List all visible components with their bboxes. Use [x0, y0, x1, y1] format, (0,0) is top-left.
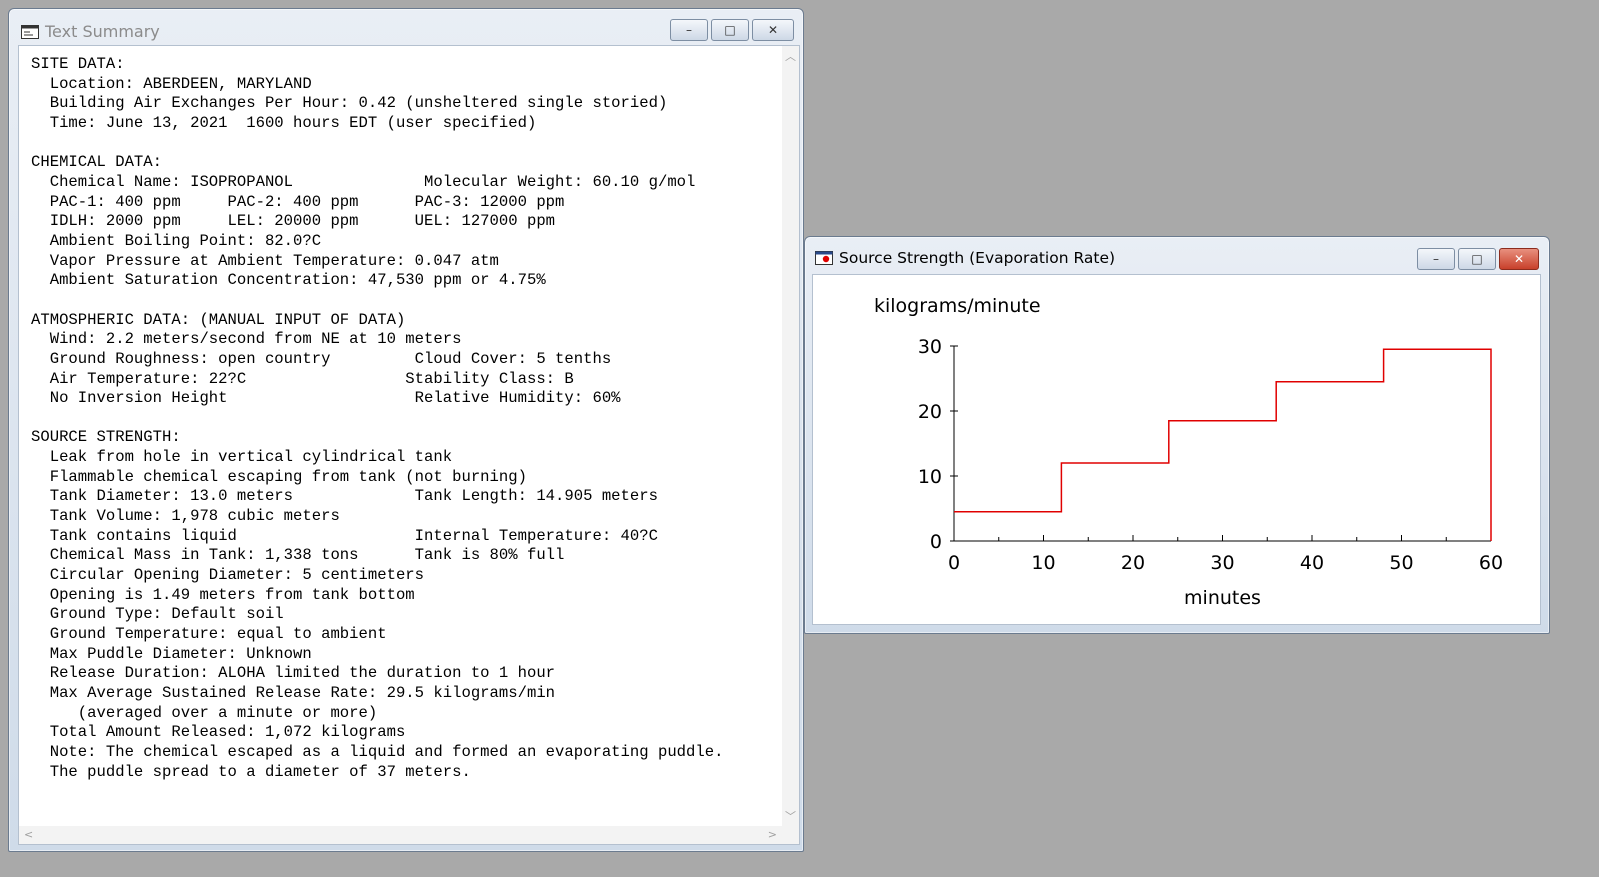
maximize-icon: □ [724, 23, 736, 37]
summary-line: ATMOSPHERIC DATA: (MANUAL INPUT OF DATA) [31, 310, 406, 329]
minimize-icon: – [686, 23, 692, 37]
close-icon: ✕ [767, 23, 779, 37]
y-axis-label: kilograms/minute [874, 295, 1041, 317]
y-tick-label: 0 [930, 531, 942, 553]
maximize-button[interactable]: □ [711, 19, 749, 41]
y-tick-label: 10 [918, 466, 942, 488]
horizontal-scrollbar[interactable]: < > [19, 826, 782, 844]
summary-line: Tank Volume: 1,978 cubic meters [31, 507, 340, 526]
source-strength-window[interactable]: Source Strength (Evaporation Rate) – □ ✕… [804, 236, 1550, 634]
summary-line: Max Average Sustained Release Rate: 29.5… [31, 684, 556, 702]
text-document-icon [21, 25, 39, 39]
x-tick-label: 40 [1300, 552, 1324, 574]
summary-line: Time: June 13, 2021 1600 hours EDT (user… [31, 113, 537, 132]
summary-line: Air Temperature: 22?C Stability Class: B [31, 369, 574, 388]
summary-line: Building Air Exchanges Per Hour: 0.42 (u… [31, 94, 668, 113]
window-title: Source Strength (Evaporation Rate) [839, 249, 1116, 267]
summary-line: Flammable chemical escaping from tank (n… [31, 467, 527, 486]
summary-line: The puddle spread to a diameter of 37 me… [31, 762, 471, 781]
evaporation-rate-series-line [954, 348, 1492, 541]
close-button[interactable]: ✕ [752, 19, 794, 41]
y-tick-label: 20 [918, 401, 942, 423]
minimize-icon: – [1433, 252, 1439, 266]
summary-line: Ambient Saturation Concentration: 47,530… [31, 271, 546, 290]
scroll-down-icon[interactable]: ﹀ [785, 811, 796, 822]
x-tick-label: 50 [1389, 552, 1413, 574]
maximize-icon: □ [1471, 252, 1483, 266]
close-icon: ✕ [1513, 252, 1525, 266]
summary-line: CHEMICAL DATA: [31, 153, 163, 172]
evaporation-rate-chart: 0 10 20 30 40 50 60 0 10 20 30 kilograms/minute minu… [874, 295, 1503, 609]
summary-line: PAC-1: 400 ppm PAC-2: 400 ppm PAC-3: 120… [31, 192, 565, 211]
window-title: Text Summary [45, 22, 160, 41]
maximize-button[interactable]: □ [1458, 248, 1496, 270]
resize-grip-icon[interactable] [782, 826, 799, 844]
summary-text: SITE DATA: Location: ABERDEEN, MARYLAND … [31, 55, 723, 782]
x-axis-label: minutes [1184, 587, 1261, 609]
summary-line: Chemical Name: ISOPROPANOL Molecular Wei… [31, 172, 696, 191]
x-tick-label: 30 [1210, 552, 1234, 574]
scroll-up-icon[interactable]: ︿ [785, 51, 796, 62]
summary-line: Circular Opening Diameter: 5 centimeters [31, 566, 425, 585]
summary-text-area[interactable]: SITE DATA: Location: ABERDEEN, MARYLAND … [18, 45, 800, 845]
summary-line: IDLH: 2000 ppm LEL: 20000 ppm UEL: 12700… [31, 212, 556, 231]
summary-line: Note: The chemical escaped as a liquid a… [31, 742, 724, 761]
x-tick-label: 20 [1121, 552, 1145, 574]
summary-line: Chemical Mass in Tank: 1,338 tons Tank i… [31, 546, 565, 565]
x-tick-label: 60 [1479, 552, 1503, 574]
summary-line: Tank contains liquid Internal Temperatur… [31, 526, 658, 545]
summary-line: Total Amount Released: 1,072 kilograms [31, 723, 406, 742]
summary-line: Ambient Boiling Point: 82.0?C [31, 231, 322, 250]
summary-line: SOURCE STRENGTH: [31, 428, 181, 447]
summary-line: Release Duration: ALOHA limited the dura… [31, 664, 556, 683]
summary-line: Tank Diameter: 13.0 meters Tank Length: … [31, 487, 658, 506]
summary-line: Ground Roughness: open country Cloud Cov… [31, 349, 612, 368]
summary-line: Leak from hole in vertical cylindrical t… [31, 448, 453, 467]
summary-line: SITE DATA: [31, 55, 125, 73]
minimize-button[interactable]: – [1417, 248, 1455, 270]
summary-line: Ground Temperature: equal to ambient [31, 625, 387, 644]
summary-line: Vapor Pressure at Ambient Temperature: 0… [31, 251, 499, 270]
summary-line: Ground Type: Default soil [31, 605, 284, 624]
graph-area: 0 10 20 30 40 50 60 0 10 20 30 kilograms/minute minu… [812, 274, 1541, 625]
summary-line: Wind: 2.2 meters/second from NE at 10 me… [31, 330, 462, 349]
close-button[interactable]: ✕ [1499, 248, 1539, 270]
summary-line: (averaged over a minute or more) [31, 703, 378, 722]
text-summary-window[interactable]: Text Summary – □ ✕ SITE DATA: Location: … [8, 8, 804, 852]
summary-line: Opening is 1.49 meters from tank bottom [31, 585, 415, 604]
x-tick-label: 10 [1031, 552, 1055, 574]
summary-line: Max Puddle Diameter: Unknown [31, 644, 312, 663]
minimize-button[interactable]: – [670, 19, 708, 41]
scroll-right-icon[interactable]: > [768, 829, 777, 840]
y-tick-label: 30 [918, 336, 942, 358]
summary-line: Location: ABERDEEN, MARYLAND [31, 74, 312, 93]
scroll-left-icon[interactable]: < [24, 829, 33, 840]
x-tick-label: 0 [948, 552, 960, 574]
graph-app-icon [815, 251, 833, 265]
vertical-scrollbar[interactable]: ︿ ﹀ [782, 46, 799, 826]
summary-line: No Inversion Height Relative Humidity: 6… [31, 389, 621, 408]
